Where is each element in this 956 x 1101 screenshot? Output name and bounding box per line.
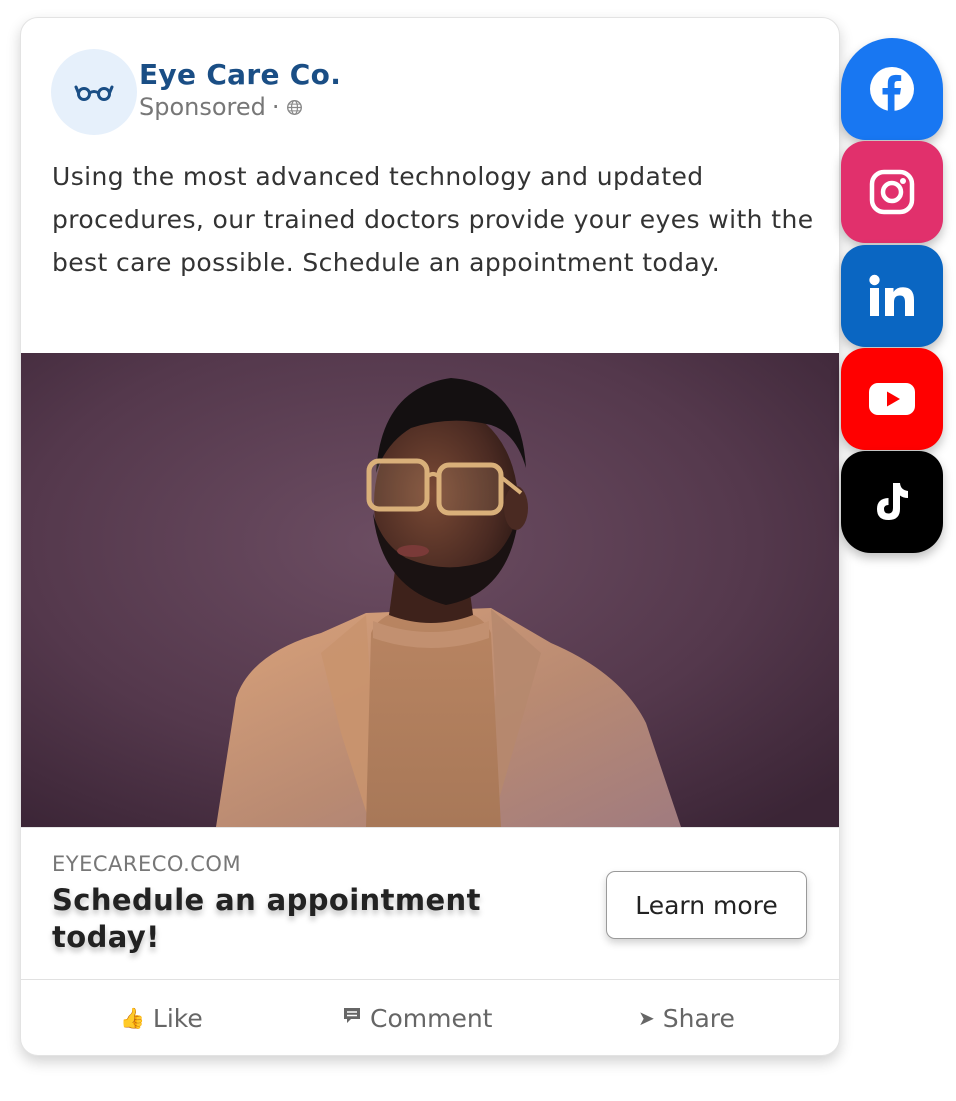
learn-more-button[interactable]: Learn more — [606, 871, 807, 939]
post-body-text: Using the most advanced technology and u… — [52, 162, 814, 277]
share-icon: ➤ — [638, 1006, 655, 1030]
share-label: Share — [662, 1003, 735, 1033]
like-label: Like — [152, 1003, 203, 1033]
comment-label: Comment — [370, 1003, 493, 1033]
sponsored-label: Sponsored — [139, 93, 266, 121]
separator: · — [271, 93, 280, 121]
link-headline[interactable]: Schedule an appointment today! — [52, 882, 572, 956]
action-bar: 👍 Like Comment ➤ Share — [21, 979, 839, 1055]
tiktok-icon — [877, 483, 908, 520]
avatar[interactable] — [51, 49, 137, 135]
linkedin-button[interactable] — [841, 245, 943, 347]
globe-icon — [286, 99, 302, 115]
youtube-button[interactable] — [841, 348, 943, 450]
ad-card: Eye Care Co. Sponsored · Using the most … — [20, 17, 840, 1056]
glasses-icon — [74, 85, 114, 101]
youtube-icon — [869, 383, 915, 415]
instagram-icon — [869, 169, 915, 215]
cta-section: EYECARECO.COM Schedule an appointment to… — [21, 827, 839, 980]
man-with-glasses-image — [21, 353, 839, 827]
page-name[interactable]: Eye Care Co. — [139, 58, 341, 92]
instagram-button[interactable] — [841, 141, 943, 243]
like-button[interactable]: 👍 Like — [120, 980, 203, 1055]
comment-icon — [342, 1006, 362, 1031]
linkedin-icon — [869, 274, 914, 316]
share-button[interactable]: ➤ Share — [638, 980, 735, 1055]
link-domain: EYECARECO.COM — [52, 852, 242, 876]
facebook-button[interactable] — [841, 38, 943, 140]
tiktok-button[interactable] — [841, 451, 943, 553]
thumbs-up-icon: 👍 — [120, 1006, 145, 1030]
ad-photo[interactable] — [21, 353, 839, 827]
comment-button[interactable]: Comment — [342, 980, 493, 1055]
facebook-icon — [870, 67, 914, 111]
post-header: Eye Care Co. Sponsored · — [51, 49, 341, 135]
